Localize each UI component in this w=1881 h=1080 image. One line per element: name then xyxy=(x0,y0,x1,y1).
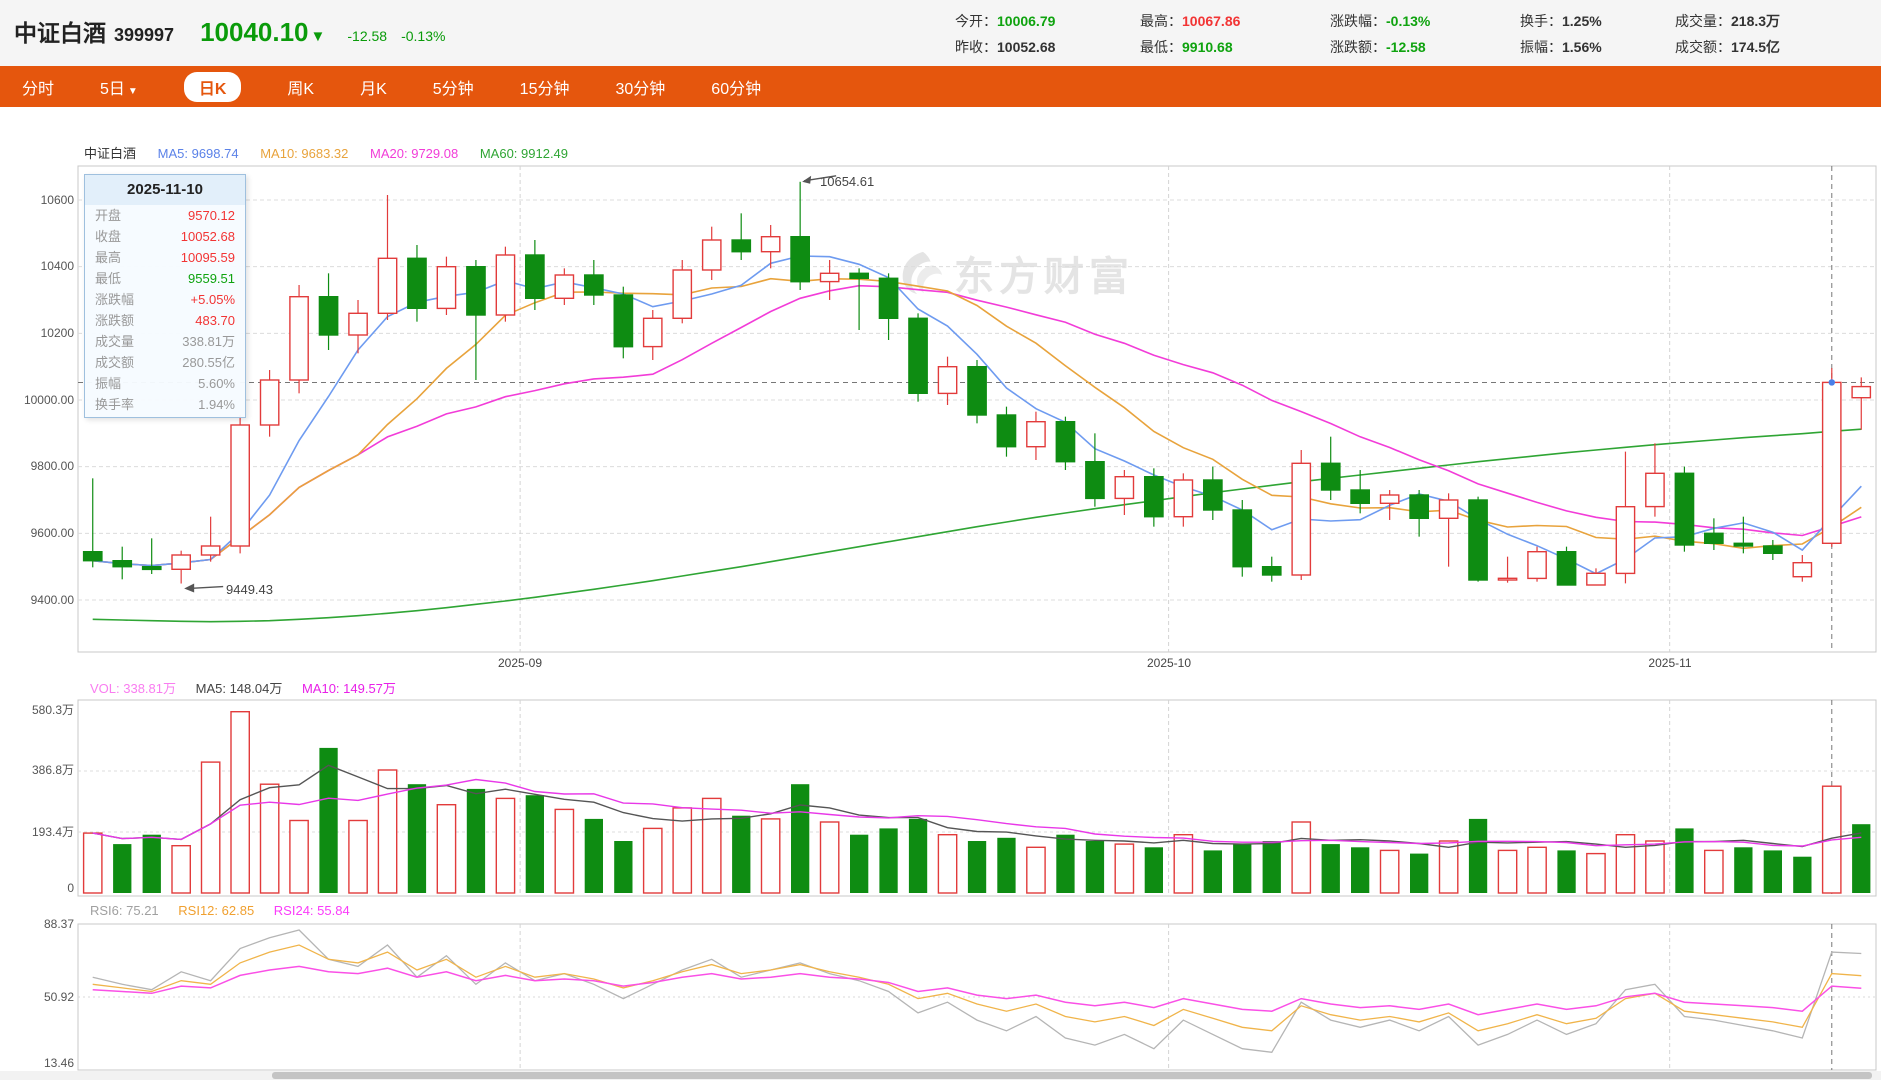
stock-chart-page: 中证白酒 399997 10040.10 ▼ -12.58 -0.13% 今开：… xyxy=(0,0,1881,1080)
legend-ma60: MA60: 9912.49 xyxy=(479,146,569,161)
volume-legend: VOL: 338.81万 MA5: 148.04万 MA10: 149.57万 xyxy=(90,678,412,697)
legend-ma20: MA20: 9729.08 xyxy=(370,146,459,161)
tooltip-turnover: 1.94% xyxy=(198,397,235,412)
tooltip-volume: 338.81万 xyxy=(182,334,235,349)
tooltip-chg-pct: +5.05% xyxy=(190,292,235,307)
legend-title: 中证白酒 xyxy=(84,146,137,161)
kline-chart-canvas[interactable] xyxy=(0,0,1881,1080)
tooltip-amplitude: 5.60% xyxy=(198,376,235,391)
tooltip-close: 10052.68 xyxy=(180,229,235,244)
tooltip-low: 9559.51 xyxy=(188,271,235,286)
main-chart-legend: 中证白酒 MA5: 9698.74 MA10: 9683.32 MA20: 97… xyxy=(84,143,586,162)
legend-rsi12: RSI12: 62.85 xyxy=(178,903,255,918)
tooltip-date: 2025-11-10 xyxy=(85,175,245,205)
legend-ma10: MA10: 9683.32 xyxy=(260,146,349,161)
tooltip-open: 9570.12 xyxy=(188,208,235,223)
tooltip-amount: 280.55亿 xyxy=(182,355,235,370)
ohlc-tooltip: 2025-11-10 开盘 9570.12 收盘 10052.68 最高 10095.… xyxy=(84,174,246,418)
legend-vol: VOL: 338.81万 xyxy=(90,681,176,696)
legend-rsi6: RSI6: 75.21 xyxy=(90,903,159,918)
legend-rsi24: RSI24: 55.84 xyxy=(273,903,350,918)
legend-ma5: MA5: 9698.74 xyxy=(157,146,239,161)
legend-vol-ma5: MA5: 148.04万 xyxy=(195,681,283,696)
legend-vol-ma10: MA10: 149.57万 xyxy=(301,681,396,696)
rsi-legend: RSI6: 75.21 RSI12: 62.85 RSI24: 55.84 xyxy=(90,903,366,918)
tooltip-chg-amt: 483.70 xyxy=(195,313,235,328)
tooltip-high: 10095.59 xyxy=(180,250,235,265)
